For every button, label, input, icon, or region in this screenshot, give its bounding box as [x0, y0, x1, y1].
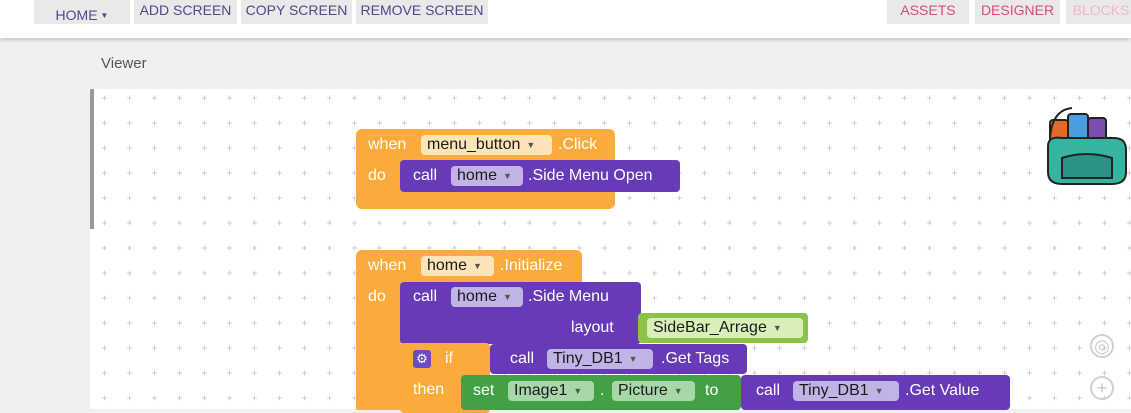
component-name: menu_button [427, 136, 521, 153]
set-keyword: set [473, 382, 495, 399]
method-name: .Side Menu [528, 288, 609, 305]
component-name: Image1 [514, 382, 568, 399]
call-keyword: call [510, 350, 535, 367]
method-name: .Get Tags [661, 350, 730, 367]
add-screen-button[interactable]: ADD SCREEN [134, 0, 237, 24]
event-name: .Click [558, 136, 598, 153]
backpack-icon[interactable] [1042, 102, 1128, 188]
event-name: .Initialize [500, 257, 563, 274]
dropdown-caret-icon: ▼ [100, 11, 109, 20]
component-dropdown-home[interactable]: home ▼ [451, 287, 523, 307]
component-dropdown-menu-button[interactable]: menu_button ▼ [421, 135, 552, 155]
component-name: SideBar_Arrage [653, 319, 767, 336]
gear-icon[interactable]: ⚙ [413, 350, 431, 368]
workspace-scroll-indicator [90, 89, 94, 229]
remove-screen-button[interactable]: REMOVE SCREEN [356, 0, 488, 24]
assets-button[interactable]: ASSETS [887, 0, 969, 24]
dropdown-arrow-icon: ▼ [526, 140, 536, 150]
dropdown-arrow-icon: ▼ [628, 354, 638, 364]
property-dropdown-picture[interactable]: Picture ▼ [612, 381, 695, 401]
component-dropdown-sidebar[interactable]: SideBar_Arrage ▼ [647, 318, 803, 338]
component-name: Tiny_DB1 [799, 382, 869, 399]
dot-separator: . [600, 382, 605, 399]
to-keyword: to [705, 382, 719, 399]
param-label-layout: layout [571, 319, 614, 336]
designer-button[interactable]: DESIGNER [975, 0, 1060, 24]
dropdown-arrow-icon: ▼ [874, 386, 884, 396]
call-keyword: call [756, 382, 781, 399]
then-keyword: then [413, 381, 445, 398]
component-dropdown-image1[interactable]: Image1 ▼ [508, 381, 594, 401]
component-dropdown-home[interactable]: home ▼ [451, 166, 523, 186]
method-name: .Get Value [905, 382, 980, 399]
top-toolbar: HOME ▼ ADD SCREEN COPY SCREEN REMOVE SCRE… [0, 0, 1131, 38]
method-name: .Side Menu Open [528, 167, 653, 184]
dropdown-arrow-icon: ▼ [772, 323, 782, 333]
blocks-button[interactable]: BLOCKS [1066, 0, 1131, 24]
recenter-icon[interactable]: ◎ [1090, 334, 1114, 358]
component-dropdown-tinydb[interactable]: Tiny_DB1 ▼ [547, 349, 653, 369]
dropdown-arrow-icon: ▼ [473, 261, 482, 271]
copy-screen-button[interactable]: COPY SCREEN [241, 0, 352, 24]
call-keyword: call [413, 288, 438, 305]
property-name: Picture [618, 382, 668, 399]
if-keyword: if [445, 350, 453, 367]
component-name: home [457, 167, 498, 184]
do-keyword: do [368, 288, 386, 305]
zoom-in-icon[interactable]: + [1090, 376, 1114, 400]
viewer-title: Viewer [101, 55, 147, 72]
component-name: home [427, 257, 468, 274]
dropdown-arrow-icon: ▼ [503, 171, 512, 181]
do-keyword: do [368, 167, 386, 184]
when-keyword: when [368, 136, 407, 153]
home-screen-dropdown[interactable]: HOME ▼ [34, 0, 130, 24]
component-name: home [457, 288, 498, 305]
component-dropdown-home[interactable]: home ▼ [421, 256, 494, 276]
call-keyword: call [413, 167, 438, 184]
dropdown-arrow-icon: ▼ [573, 386, 583, 396]
home-screen-label: HOME [55, 7, 98, 23]
when-keyword: when [368, 257, 407, 274]
component-dropdown-tinydb[interactable]: Tiny_DB1 ▼ [793, 381, 899, 401]
component-name: Tiny_DB1 [553, 350, 623, 367]
dropdown-arrow-icon: ▼ [503, 292, 512, 302]
dropdown-arrow-icon: ▼ [673, 386, 683, 396]
